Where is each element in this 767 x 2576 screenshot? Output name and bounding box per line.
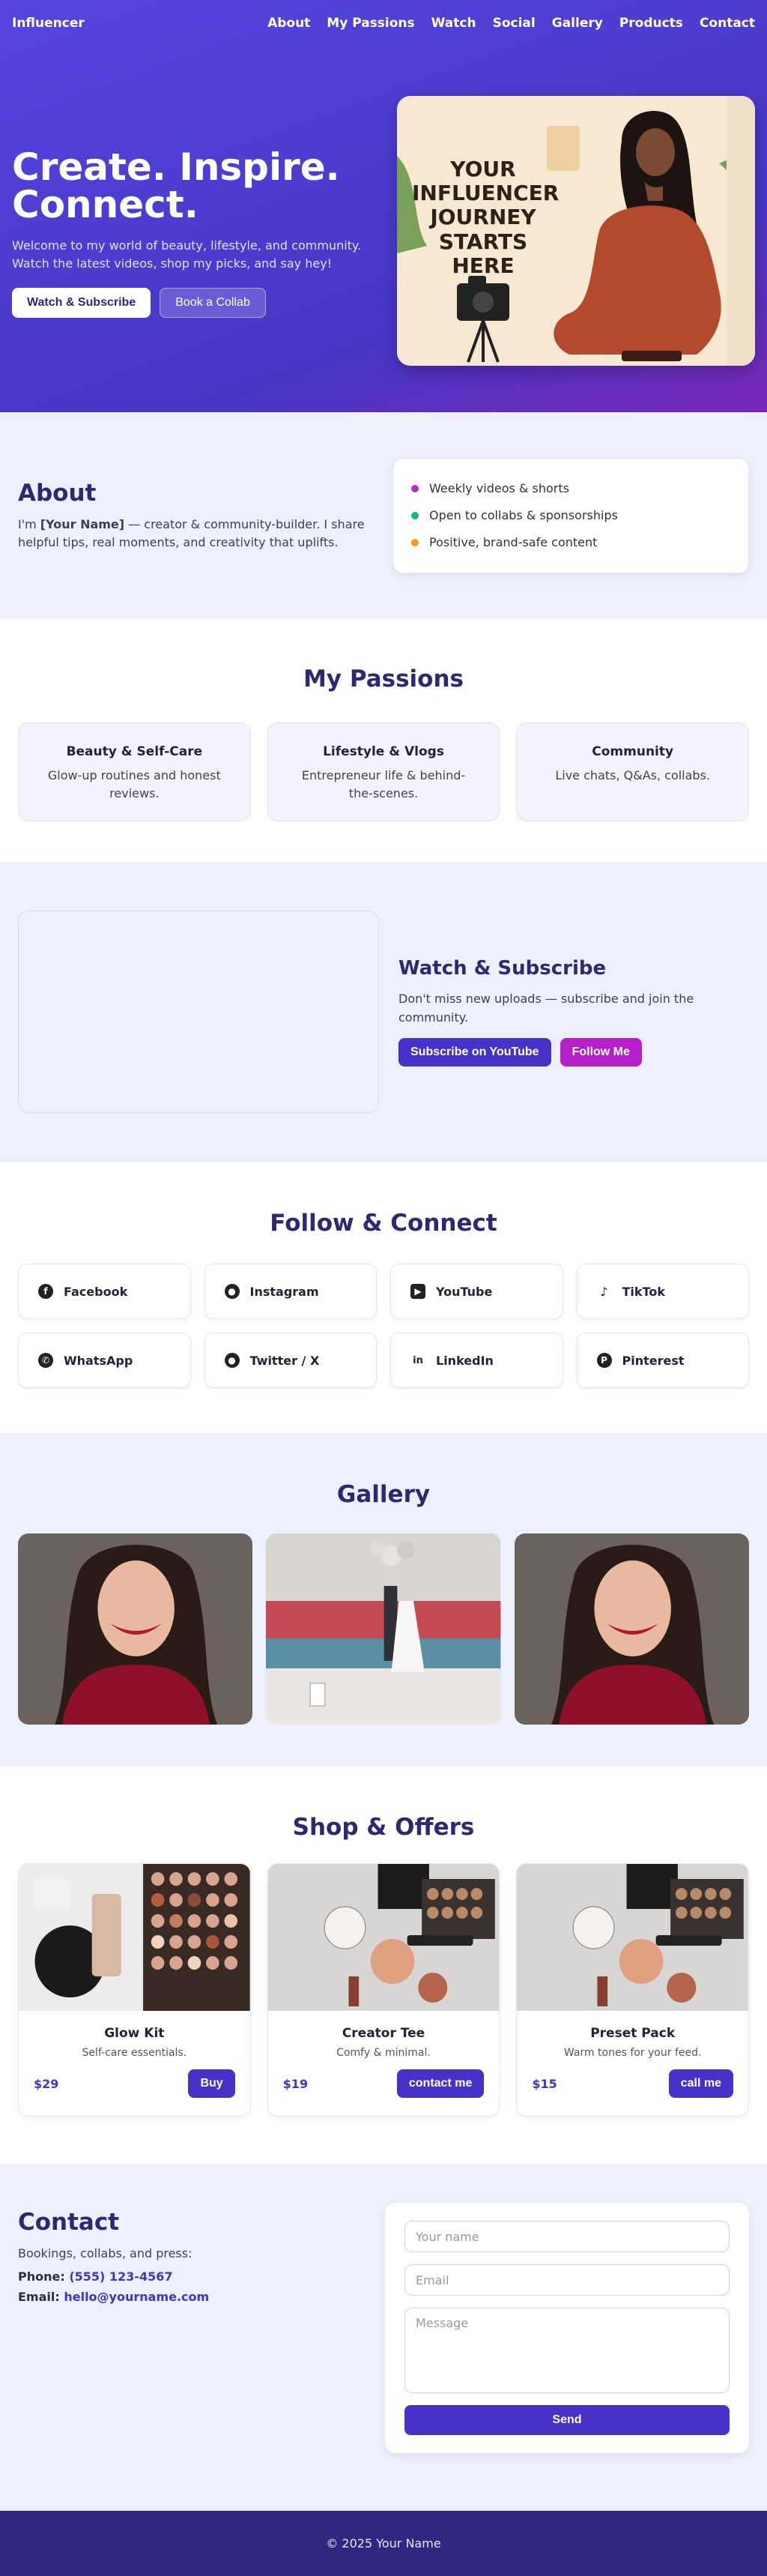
nav-link-passions[interactable]: My Passions: [327, 16, 414, 31]
nav-link-about[interactable]: About: [267, 16, 310, 31]
contact-email: Email: hello@yourname.com: [18, 2290, 210, 2304]
hero-illustration: YOUR INFLUENCER JOURNEY STARTS HERE: [397, 96, 755, 366]
email-input[interactable]: Email: [404, 2264, 730, 2296]
brand-logo[interactable]: Influencer: [12, 16, 85, 31]
contact-form: Your name Email Message Send: [385, 2203, 749, 2453]
contact-phone: Phone: (555) 123-4567: [18, 2269, 173, 2284]
hero-poster-text: YOUR INFLUENCER JOURNEY STARTS HERE: [412, 157, 560, 278]
name-input[interactable]: Your name: [404, 2221, 730, 2252]
buy-button[interactable]: Buy: [188, 2069, 235, 2098]
message-textarea[interactable]: Message: [404, 2308, 730, 2393]
youtube-icon: ▶: [410, 1284, 425, 1299]
passion-card: Community Live chats, Q&As, collabs.: [516, 723, 750, 821]
passions-title: My Passions: [303, 666, 464, 693]
product-price: $19: [282, 2076, 309, 2091]
call-me-button[interactable]: call me: [668, 2069, 734, 2098]
top-nav: Influencer About My Passions Watch Socia…: [0, 0, 767, 46]
gallery-section: Gallery: [0, 1433, 767, 1767]
product-card: Creator Tee Comfy & minimal. $19 contact…: [267, 1863, 500, 2117]
watch-subscribe-button[interactable]: Watch & Subscribe: [12, 288, 151, 318]
hero-text: Welcome to my world of beauty, lifestyle…: [12, 238, 362, 271]
product-name: Creator Tee: [342, 2026, 425, 2041]
shop-section: Shop & Offers Glow Kit Self-care essenti…: [0, 1767, 767, 2164]
social-link-facebook[interactable]: f Facebook: [18, 1264, 191, 1319]
social-link-linkedin[interactable]: in LinkedIn: [390, 1333, 563, 1388]
nav-links: About My Passions Watch Social Gallery P…: [267, 16, 755, 31]
product-image: [19, 1864, 250, 2011]
list-item: Positive, brand-safe content: [411, 529, 730, 556]
nav-link-watch[interactable]: Watch: [431, 16, 476, 31]
list-item: Weekly videos & shorts: [411, 475, 730, 502]
bullet-dot-icon: [411, 538, 419, 546]
passions-section: My Passions Beauty & Self-Care Glow-up ro…: [0, 618, 767, 862]
product-card: Preset Pack Warm tones for your feed. $1…: [516, 1863, 750, 2117]
product-price: $15: [532, 2076, 557, 2091]
product-desc: Comfy & minimal.: [336, 2047, 431, 2059]
whatsapp-icon: ✆: [38, 1353, 53, 1368]
facebook-icon: f: [38, 1284, 53, 1299]
passion-card: Beauty & Self-Care Glow-up routines and h…: [18, 723, 251, 821]
send-button[interactable]: Send: [404, 2405, 730, 2435]
nav-link-contact[interactable]: Contact: [700, 16, 755, 31]
bullet-dot-icon: [411, 511, 419, 519]
social-link-pinterest[interactable]: P Pinterest: [576, 1333, 749, 1388]
product-desc: Warm tones for your feed.: [563, 2047, 702, 2059]
social-title: Follow & Connect: [270, 1210, 497, 1237]
hero-section: Create. Inspire. Connect. Welcome to my w…: [0, 0, 767, 412]
nav-link-gallery[interactable]: Gallery: [552, 16, 603, 31]
phone-link[interactable]: (555) 123-4567: [69, 2269, 172, 2284]
about-text: I'm [Your Name] — creator & community-bu…: [18, 516, 365, 549]
nav-link-products[interactable]: Products: [619, 16, 683, 31]
product-card: Glow Kit Self-care essentials. $29 Buy: [18, 1863, 251, 2117]
about-section: About I'm [Your Name] — creator & commun…: [0, 412, 767, 618]
gallery-photo-portrait[interactable]: [514, 1533, 749, 1725]
social-link-whatsapp[interactable]: ✆ WhatsApp: [18, 1333, 191, 1388]
product-name: Glow Kit: [104, 2026, 165, 2041]
contact-text: Bookings, collabs, and press:: [18, 2246, 192, 2260]
contact-section: Contact Bookings, collabs, and press: Ph…: [0, 2164, 767, 2511]
footer: © 2025 Your Name: [0, 2511, 767, 2576]
social-section: Follow & Connect f Facebook ● Instagram ▶ Y…: [0, 1162, 767, 1433]
gallery-title: Gallery: [336, 1481, 431, 1508]
follow-me-button[interactable]: Follow Me: [560, 1037, 642, 1067]
contact-me-button[interactable]: contact me: [396, 2069, 485, 2098]
about-highlights: Weekly videos & shorts Open to collabs &…: [392, 457, 749, 573]
footer-copyright: © 2025 Your Name: [326, 2536, 441, 2551]
shop-title: Shop & Offers: [292, 1814, 475, 1841]
linkedin-icon: in: [413, 1354, 423, 1366]
product-price: $29: [34, 2076, 59, 2091]
social-link-youtube[interactable]: ▶ YouTube: [390, 1264, 563, 1319]
watch-section: Watch & Subscribe Don't miss new uploads…: [0, 862, 767, 1162]
list-item: Open to collabs & sponsorships: [411, 502, 730, 529]
github-icon: ●: [224, 1284, 240, 1299]
email-link[interactable]: hello@yourname.com: [64, 2290, 209, 2304]
hero-title: Create. Inspire. Connect.: [12, 145, 340, 226]
tiktok-icon: ♪: [600, 1284, 608, 1299]
product-name: Preset Pack: [590, 2026, 676, 2041]
about-title: About: [18, 479, 97, 507]
passion-card: Lifestyle & Vlogs Entrepreneur life & beh…: [267, 723, 500, 821]
social-link-twitter[interactable]: ● Twitter / X: [204, 1333, 377, 1388]
product-image: [517, 1864, 749, 2011]
social-link-instagram[interactable]: ● Instagram: [204, 1264, 377, 1319]
product-desc: Self-care essentials.: [82, 2047, 187, 2059]
watch-text: Don't miss new uploads — subscribe and j…: [398, 992, 694, 1025]
video-embed[interactable]: [18, 911, 379, 1113]
watch-title: Watch & Subscribe: [398, 957, 607, 980]
gallery-photo-portrait[interactable]: [18, 1533, 253, 1725]
subscribe-youtube-button[interactable]: Subscribe on YouTube: [398, 1037, 551, 1067]
bullet-dot-icon: [411, 484, 419, 492]
github-icon: ●: [224, 1353, 240, 1368]
pinterest-icon: P: [596, 1353, 612, 1368]
contact-title: Contact: [18, 2209, 120, 2236]
gallery-photo-wedding[interactable]: [266, 1533, 501, 1725]
nav-link-social[interactable]: Social: [493, 16, 536, 31]
social-link-tiktok[interactable]: ♪ TikTok: [576, 1264, 749, 1319]
product-image: [267, 1864, 500, 2011]
book-collab-button[interactable]: Book a Collab: [160, 288, 266, 318]
